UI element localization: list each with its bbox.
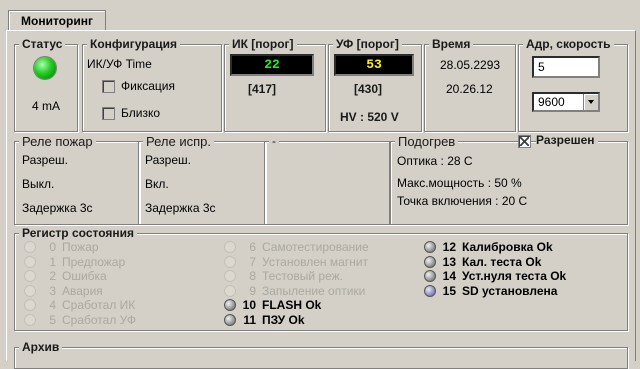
- register-item-text: Авария: [62, 283, 103, 298]
- register-item-number: 13: [442, 254, 456, 269]
- archive-group: Архив: [14, 340, 628, 369]
- register-item-number: 15: [442, 283, 456, 298]
- register-item-text: Кал. теста Ok: [462, 254, 542, 269]
- ik-title: ИК [порог]: [229, 37, 297, 51]
- uf-value-display: 53: [334, 54, 414, 76]
- fixation-checkbox[interactable]: [102, 80, 115, 93]
- addr-title: Адр, скорость: [523, 37, 614, 51]
- status-led-icon: [424, 255, 436, 268]
- status-led-icon: [424, 241, 436, 253]
- heating-line-1: Макс.мощность : 50 %: [397, 176, 522, 190]
- status-led-icon: [24, 241, 36, 253]
- heating-line-2: Точка включения : 20 С: [397, 194, 528, 208]
- uf-value: 53: [366, 57, 382, 72]
- relay-fire-line-2: Задержка 3с: [22, 201, 93, 215]
- register-item-text: Предпожар: [62, 254, 126, 269]
- status-title: Статус: [19, 37, 66, 51]
- time-title: Время: [429, 37, 474, 51]
- register-item-text: Установлен магнит: [262, 254, 369, 269]
- address-input[interactable]: 5: [532, 56, 600, 78]
- archive-title: Архив: [19, 340, 63, 354]
- status-led-icon: [224, 255, 236, 268]
- heating-line-0: Оптика : 28 С: [397, 154, 473, 168]
- register-item-number: 4: [49, 298, 56, 313]
- register-item-number: 14: [442, 269, 456, 284]
- status-led-icon: [224, 284, 236, 297]
- register-item-text: Сработал ИК: [62, 298, 136, 313]
- uf-threshold: [430]: [354, 82, 383, 96]
- close-label: Близко: [121, 106, 161, 120]
- uf-title: УФ [порог]: [333, 37, 402, 51]
- register-item-number: 1: [49, 254, 56, 269]
- register-item-number: 6: [249, 240, 256, 254]
- relay-fault-title: Реле испр.: [143, 134, 214, 149]
- config-mode: ИК/УФ Time: [87, 57, 152, 71]
- register-item-text: Пожар: [62, 240, 99, 254]
- relay-fault-line-0: Разреш.: [145, 153, 191, 167]
- relay-fire-line-0: Разреш.: [22, 153, 68, 167]
- status-led-icon: [24, 284, 36, 297]
- register-item-number: 5: [49, 313, 56, 327]
- status-led-icon: [224, 314, 236, 326]
- register-item-text: ПЗУ Ok: [262, 313, 305, 327]
- tab-monitoring[interactable]: Мониторинг: [8, 10, 106, 31]
- relay-fire-line-1: Выкл.: [22, 177, 55, 191]
- relay-third-group: -: [264, 134, 390, 225]
- register-item-text: Сработал УФ: [62, 313, 137, 327]
- fixation-label: Фиксация: [121, 79, 175, 93]
- heating-title: Подогрев: [395, 134, 459, 149]
- register-item-number: 11: [243, 313, 256, 327]
- register-item-number: 12: [442, 240, 456, 254]
- relay-fault-line-2: Задержка 3с: [145, 201, 216, 215]
- status-led-icon: [424, 284, 436, 297]
- status-led-icon: [34, 57, 56, 79]
- status-led-icon: [24, 314, 36, 326]
- speed-select[interactable]: 9600: [532, 92, 600, 112]
- register-item-number: 0: [49, 240, 56, 254]
- ik-value: 22: [264, 57, 280, 72]
- register-title: Регистр состояния: [19, 226, 138, 240]
- ik-threshold: [417]: [248, 82, 277, 96]
- relay-fire-title: Реле пожар: [19, 134, 96, 149]
- status-current: 4 mA: [32, 99, 61, 113]
- register-item-text: FLASH Ok: [262, 298, 322, 313]
- heating-enabled-label: Разрешен: [536, 133, 598, 147]
- time-clock: 20.26.12: [446, 82, 493, 96]
- close-checkbox[interactable]: [102, 107, 115, 120]
- chevron-down-icon[interactable]: [583, 94, 598, 110]
- register-item-text: Запыление оптики: [262, 283, 366, 298]
- relay-third-title: -: [269, 134, 279, 148]
- register-item-number: 7: [249, 254, 256, 269]
- speed-value: 9600: [538, 95, 565, 109]
- address-value: 5: [538, 60, 545, 74]
- register-item-text: Калибровка Ok: [462, 240, 553, 254]
- ik-value-display: 22: [230, 54, 314, 76]
- time-date: 28.05.2293: [440, 58, 501, 72]
- register-item-number: 9: [249, 283, 256, 298]
- status-led-icon: [24, 255, 36, 268]
- register-item-number: 10: [242, 298, 256, 313]
- register-item-text: Уст.нуля теста Ok: [462, 269, 567, 284]
- register-item-number: 3: [49, 283, 56, 298]
- register-item-number: 2: [49, 269, 56, 284]
- register-item-text: SD установлена: [462, 283, 558, 298]
- register-item-text: Самотестирование: [262, 240, 369, 254]
- heating-enabled-checkbox[interactable]: [518, 135, 531, 148]
- status-led-icon: [224, 241, 236, 253]
- register-item-text: Тестовый реж.: [262, 269, 343, 284]
- relay-fault-line-1: Вкл.: [145, 177, 169, 191]
- register-item-text: Ошибка: [62, 269, 107, 284]
- register-item-number: 8: [249, 269, 256, 284]
- config-title: Конфигурация: [87, 37, 181, 51]
- hv-readout: HV : 520 V: [340, 110, 399, 124]
